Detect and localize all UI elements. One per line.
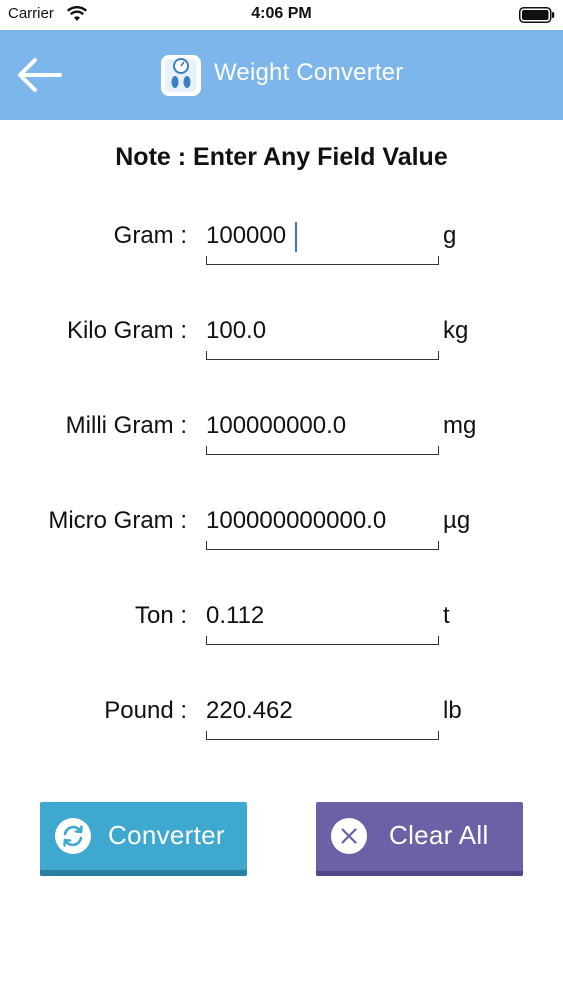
back-button[interactable] bbox=[12, 52, 66, 98]
microgram-unit: µg bbox=[443, 507, 471, 534]
microgram-row: Micro Gram : µg bbox=[0, 497, 563, 557]
kilogram-row: Kilo Gram : kg bbox=[0, 307, 563, 367]
gram-label: Gram : bbox=[113, 222, 187, 249]
navigation-bar: Weight Converter bbox=[0, 30, 563, 120]
gram-input-underline bbox=[206, 256, 439, 265]
gram-input[interactable] bbox=[206, 216, 438, 256]
pound-row: Pound : lb bbox=[0, 687, 563, 747]
ton-input[interactable] bbox=[206, 596, 438, 636]
ton-unit: t bbox=[443, 602, 450, 629]
microgram-input-underline bbox=[206, 541, 439, 550]
kilogram-unit: kg bbox=[443, 317, 469, 344]
weighing-scale-icon bbox=[161, 55, 201, 96]
status-time: 4:06 PM bbox=[251, 5, 312, 22]
close-circle-icon bbox=[331, 818, 367, 854]
battery-icon bbox=[519, 7, 555, 23]
pound-label: Pound : bbox=[104, 697, 187, 724]
arrow-left-icon bbox=[18, 58, 62, 92]
gram-row: Gram : g bbox=[0, 212, 563, 272]
gram-unit: g bbox=[443, 222, 457, 249]
pound-unit: lb bbox=[443, 697, 462, 724]
clear-all-button-label: Clear All bbox=[389, 820, 489, 850]
milligram-row: Milli Gram : mg bbox=[0, 402, 563, 462]
converter-button[interactable]: Converter bbox=[40, 802, 247, 876]
clear-all-button[interactable]: Clear All bbox=[316, 802, 523, 876]
ton-input-underline bbox=[206, 636, 439, 645]
milligram-input[interactable] bbox=[206, 406, 438, 446]
page-title: Weight Converter bbox=[214, 59, 404, 86]
ton-label: Ton : bbox=[134, 602, 187, 629]
text-cursor bbox=[295, 222, 297, 252]
pound-input[interactable] bbox=[206, 691, 438, 731]
converter-button-label: Converter bbox=[108, 820, 225, 850]
note-text: Note : Enter Any Field Value bbox=[115, 143, 448, 171]
kilogram-label: Kilo Gram : bbox=[66, 317, 187, 344]
refresh-icon bbox=[55, 818, 91, 854]
milligram-unit: mg bbox=[443, 412, 477, 439]
kilogram-input[interactable] bbox=[206, 311, 438, 351]
milligram-label: Milli Gram : bbox=[65, 412, 187, 439]
microgram-input[interactable] bbox=[206, 501, 438, 541]
status-bar: Carrier 4:06 PM bbox=[0, 0, 563, 30]
milligram-input-underline bbox=[206, 446, 439, 455]
microgram-label: Micro Gram : bbox=[48, 507, 187, 534]
pound-input-underline bbox=[206, 731, 439, 740]
ton-row: Ton : t bbox=[0, 592, 563, 652]
kilogram-input-underline bbox=[206, 351, 439, 360]
